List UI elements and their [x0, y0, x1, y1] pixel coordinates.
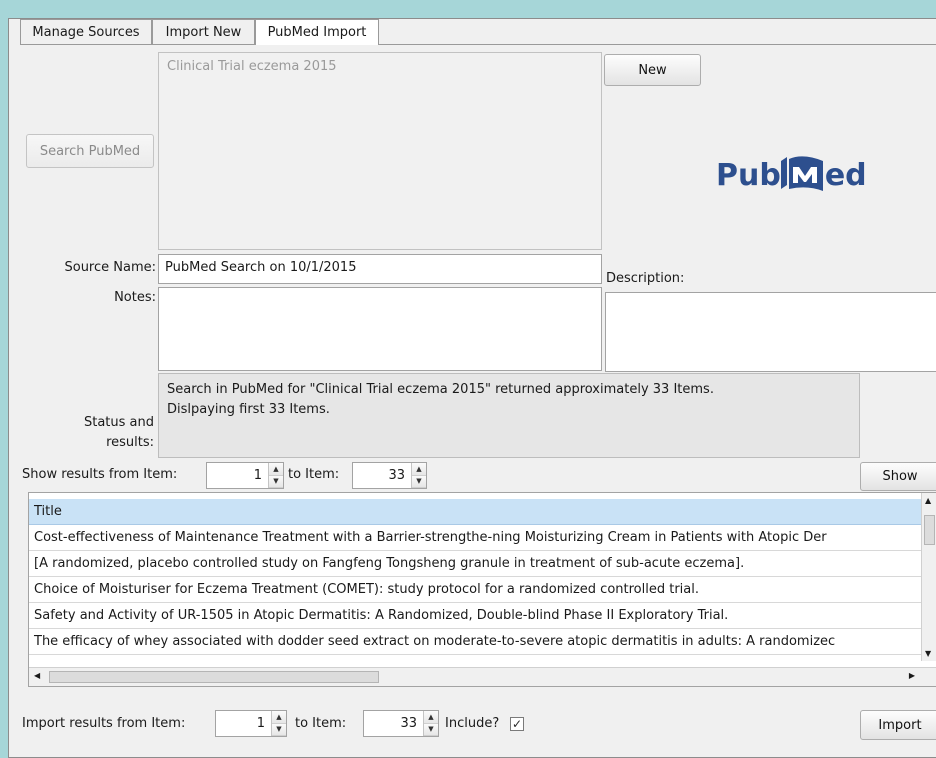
row-title: The efficacy of whey associated with dod…	[34, 634, 836, 649]
table-row[interactable]: Safety and Activity of UR-1505 in Atopic…	[29, 603, 922, 629]
status-results-box: Search in PubMed for "Clinical Trial ecz…	[158, 373, 860, 458]
import-button[interactable]: Import	[860, 710, 936, 740]
tab-label: Manage Sources	[32, 24, 140, 40]
show-to-value: 33	[388, 468, 405, 483]
show-from-label: Show results from Item:	[22, 467, 178, 482]
results-table[interactable]: Title Cost-effectiveness of Maintenance …	[28, 492, 936, 687]
import-to-label: to Item:	[295, 716, 347, 731]
column-header-title: Title	[34, 504, 62, 519]
table-header[interactable]: Title	[29, 499, 922, 525]
query-textarea[interactable]: Clinical Trial eczema 2015	[158, 52, 602, 250]
include-label: Include?	[445, 716, 500, 731]
horizontal-scrollbar[interactable]: ◀ ▶	[29, 667, 936, 686]
pubmed-logo-text: Pub	[716, 157, 781, 193]
scroll-up-icon[interactable]: ▲	[925, 496, 931, 505]
row-title: Choice of Moisturiser for Eczema Treatme…	[34, 582, 699, 597]
new-label: New	[638, 62, 667, 78]
import-from-stepper[interactable]: 1 ▲ ▼	[215, 710, 287, 737]
notes-label: Notes:	[114, 290, 156, 305]
show-to-stepper[interactable]: 33 ▲ ▼	[352, 462, 427, 489]
table-row[interactable]: The efficacy of whey associated with dod…	[29, 629, 922, 655]
show-label: Show	[882, 469, 918, 484]
notes-textarea[interactable]	[158, 287, 602, 371]
source-name-label: Source Name:	[64, 260, 156, 275]
status-line: Search in PubMed for "Clinical Trial ecz…	[167, 382, 714, 397]
row-title: [A randomized, placebo controlled study …	[34, 556, 745, 571]
tab-label: PubMed Import	[267, 25, 367, 40]
status-line: Dislpaying first 33 Items.	[167, 402, 330, 417]
vertical-scroll-thumb[interactable]	[924, 515, 935, 545]
source-name-value: PubMed Search on 10/1/2015	[165, 260, 357, 275]
table-row[interactable]: Cost-effectiveness of Maintenance Treatm…	[29, 525, 922, 551]
spin-up-icon[interactable]: ▲	[269, 463, 283, 476]
description-label: Description:	[606, 271, 685, 286]
vertical-scrollbar[interactable]: ▲ ▼	[921, 493, 936, 661]
spin-up-icon[interactable]: ▲	[272, 711, 286, 724]
spin-up-icon[interactable]: ▲	[412, 463, 426, 476]
scroll-right-icon[interactable]: ▶	[909, 671, 915, 680]
show-from-value: 1	[253, 468, 262, 483]
search-pubmed-label: Search PubMed	[39, 143, 141, 159]
tab-label: Import New	[165, 24, 242, 40]
include-checkbox[interactable]: ✓	[510, 717, 524, 731]
table-row[interactable]: Choice of Moisturiser for Eczema Treatme…	[29, 577, 922, 603]
import-label: Import	[878, 717, 922, 733]
import-from-value: 1	[256, 716, 265, 731]
description-textarea[interactable]	[605, 292, 936, 372]
import-to-stepper[interactable]: 33 ▲ ▼	[363, 710, 439, 737]
tab-manage-sources[interactable]: Manage Sources	[20, 19, 152, 44]
pubmed-logo: Pub ed	[716, 152, 896, 198]
table-row[interactable]: [A randomized, placebo controlled study …	[29, 551, 922, 577]
import-to-value: 33	[400, 716, 417, 731]
scroll-left-icon[interactable]: ◀	[34, 671, 40, 680]
spin-down-icon[interactable]: ▼	[269, 475, 283, 488]
query-text: Clinical Trial eczema 2015	[167, 59, 337, 74]
spin-up-icon[interactable]: ▲	[424, 711, 438, 724]
spin-down-icon[interactable]: ▼	[424, 723, 438, 736]
checkmark-icon: ✓	[511, 717, 523, 731]
search-pubmed-button[interactable]: Search PubMed	[26, 134, 154, 168]
pubmed-book-m-icon	[780, 156, 823, 191]
show-from-stepper[interactable]: 1 ▲ ▼	[206, 462, 284, 489]
scroll-down-icon[interactable]: ▼	[925, 649, 931, 658]
show-button[interactable]: Show	[860, 462, 936, 491]
horizontal-scroll-thumb[interactable]	[49, 671, 379, 683]
row-title: Safety and Activity of UR-1505 in Atopic…	[34, 608, 729, 623]
source-name-field[interactable]: PubMed Search on 10/1/2015	[158, 254, 602, 284]
tab-pubmed-import[interactable]: PubMed Import	[255, 19, 379, 45]
tab-import-new[interactable]: Import New	[152, 19, 255, 44]
spin-down-icon[interactable]: ▼	[412, 475, 426, 488]
results-label: results:	[106, 435, 154, 450]
show-to-label: to Item:	[288, 467, 340, 482]
row-title: Cost-effectiveness of Maintenance Treatm…	[34, 530, 827, 545]
import-from-label: Import results from Item:	[22, 716, 186, 731]
new-button[interactable]: New	[604, 54, 701, 86]
status-label: Status and	[83, 415, 154, 430]
pubmed-logo-text-2: ed	[824, 157, 867, 193]
spin-down-icon[interactable]: ▼	[272, 723, 286, 736]
